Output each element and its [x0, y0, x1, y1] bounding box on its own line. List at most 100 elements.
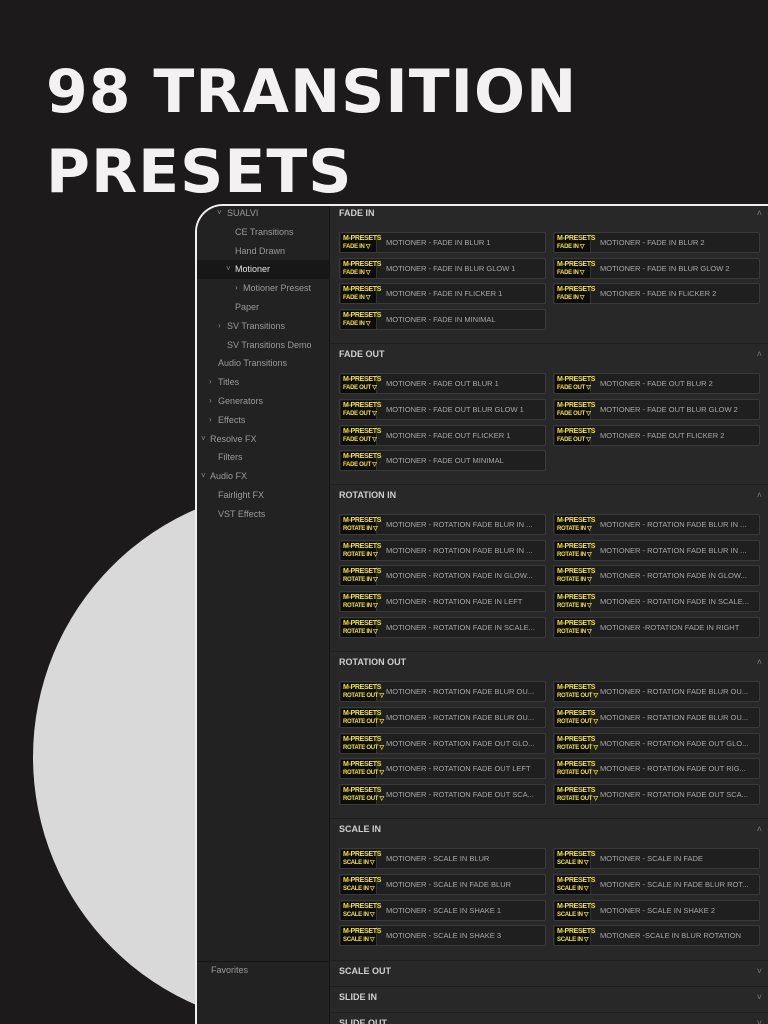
transition-preset-item[interactable]: M-PRESETS ROTATE OUT ▽ MOTIONER - ROTATION… [553, 733, 760, 754]
chevron-right-icon[interactable]: › [209, 373, 212, 392]
sidebar-item-effects[interactable]: › Effects [197, 411, 329, 430]
sidebar-item-fairlight-fx[interactable]: Fairlight FX [197, 486, 329, 505]
sidebar-item-audio-transitions[interactable]: Audio Transitions [197, 354, 329, 373]
transition-preset-item[interactable]: M-PRESETS ROTATE OUT ▽ MOTIONER - ROTATION… [339, 707, 546, 728]
transition-preset-item[interactable]: M-PRESETS ROTATE OUT ▽ MOTIONER - ROTATION… [339, 733, 546, 754]
preset-name: MOTIONER - FADE OUT BLUR GLOW 1 [386, 405, 524, 414]
transition-preset-item[interactable]: M-PRESETS FADE OUT ▽ MOTIONER - FADE OUT F… [553, 425, 760, 446]
transition-preset-item[interactable]: M-PRESETS SCALE IN ▽ MOTIONER - SCALE IN F… [553, 874, 760, 895]
transition-preset-item[interactable]: M-PRESETS SCALE IN ▽ MOTIONER - SCALE IN B… [339, 848, 546, 869]
preset-thumbnail: M-PRESETS SCALE IN ▽ [555, 927, 595, 945]
preset-thumbnail: M-PRESETS ROTATE IN ▽ [555, 542, 595, 560]
chevron-up-icon[interactable]: ˄ [757, 824, 762, 834]
transition-preset-item[interactable]: M-PRESETS FADE OUT ▽ MOTIONER - FADE OUT B… [339, 373, 546, 394]
transition-preset-item[interactable]: M-PRESETS SCALE IN ▽ MOTIONER - SCALE IN S… [553, 900, 760, 921]
thumbnail-brand: M-PRESETS [557, 877, 596, 884]
transition-preset-item[interactable]: M-PRESETS FADE IN ▽ MOTIONER - FADE IN FLI… [553, 283, 760, 304]
sidebar-item-hand-drawn[interactable]: Hand Drawn [197, 242, 329, 261]
preset-name: MOTIONER - SCALE IN FADE BLUR [386, 880, 512, 889]
transition-preset-item[interactable]: M-PRESETS FADE OUT ▽ MOTIONER - FADE OUT B… [553, 373, 760, 394]
section-title: ROTATION OUT [339, 657, 407, 667]
transition-preset-item[interactable]: M-PRESETS ROTATE IN ▽ MOTIONER - ROTATION … [553, 514, 760, 535]
section-header[interactable]: SCALE OUT ˅ [339, 966, 762, 980]
transition-preset-item[interactable]: M-PRESETS FADE IN ▽ MOTIONER - FADE IN BLU… [553, 232, 760, 253]
section-header[interactable]: ROTATION OUT ˄ [339, 657, 762, 671]
thumbnail-brand: M-PRESETS [343, 543, 382, 550]
transition-preset-item[interactable]: M-PRESETS ROTATE IN ▽ MOTIONER - ROTATION … [553, 540, 760, 561]
transition-preset-item[interactable]: M-PRESETS FADE IN ▽ MOTIONER - FADE IN MIN… [339, 309, 546, 330]
transition-preset-item[interactable]: M-PRESETS ROTATE OUT ▽ MOTIONER - ROTATION… [339, 681, 546, 702]
sidebar-item-generators[interactable]: › Generators [197, 392, 329, 411]
sidebar-item-sualvi[interactable]: ˅ SUALVI [197, 206, 329, 223]
transition-preset-item[interactable]: M-PRESETS SCALE IN ▽ MOTIONER - SCALE IN F… [339, 874, 546, 895]
transition-preset-item[interactable]: M-PRESETS ROTATE OUT ▽ MOTIONER - ROTATION… [553, 681, 760, 702]
section-header[interactable]: ROTATION IN ˄ [339, 490, 762, 504]
transition-preset-item[interactable]: M-PRESETS ROTATE OUT ▽ MOTIONER - ROTATION… [339, 758, 546, 779]
thumbnail-brand: M-PRESETS [343, 903, 382, 910]
transition-preset-item[interactable]: M-PRESETS ROTATE OUT ▽ MOTIONER - ROTATION… [339, 784, 546, 805]
preset-thumbnail: M-PRESETS ROTATE IN ▽ [341, 516, 381, 534]
transition-preset-item[interactable]: M-PRESETS FADE IN ▽ MOTIONER - FADE IN BLU… [339, 258, 546, 279]
chevron-down-icon[interactable]: ˅ [757, 1018, 762, 1024]
chevron-down-icon[interactable]: ˅ [757, 992, 762, 1002]
preset-thumbnail: M-PRESETS ROTATE OUT ▽ [341, 735, 384, 753]
section-header[interactable]: SCALE IN ˄ [339, 824, 762, 838]
chevron-down-icon[interactable]: ˅ [226, 260, 231, 279]
preset-name: MOTIONER -SCALE IN BLUR ROTATION [600, 931, 741, 940]
transition-preset-item[interactable]: M-PRESETS ROTATE OUT ▽ MOTIONER - ROTATION… [553, 758, 760, 779]
chevron-right-icon[interactable]: › [209, 392, 212, 411]
transition-preset-item[interactable]: M-PRESETS ROTATE IN ▽ MOTIONER - ROTATION … [339, 514, 546, 535]
transition-preset-item[interactable]: M-PRESETS FADE OUT ▽ MOTIONER - FADE OUT B… [339, 399, 546, 420]
transition-preset-item[interactable]: M-PRESETS ROTATE OUT ▽ MOTIONER - ROTATION… [553, 784, 760, 805]
sidebar-item-resolve-fx[interactable]: ˅ Resolve FX [197, 430, 329, 449]
section-header[interactable]: FADE IN ˄ [339, 208, 762, 222]
sidebar-item-sv-transitions[interactable]: › SV Transitions [197, 317, 329, 336]
section-header[interactable]: FADE OUT ˄ [339, 349, 762, 363]
chevron-up-icon[interactable]: ˄ [757, 657, 762, 667]
transition-preset-item[interactable]: M-PRESETS ROTATE OUT ▽ MOTIONER - ROTATION… [553, 707, 760, 728]
transition-preset-item[interactable]: M-PRESETS FADE OUT ▽ MOTIONER - FADE OUT B… [553, 399, 760, 420]
preset-name: MOTIONER - ROTATION FADE OUT RIG... [600, 764, 746, 773]
transition-preset-item[interactable]: M-PRESETS ROTATE IN ▽ MOTIONER - ROTATION … [553, 565, 760, 586]
transition-preset-item[interactable]: M-PRESETS SCALE IN ▽ MOTIONER - SCALE IN S… [339, 925, 546, 946]
thumbnail-brand: M-PRESETS [557, 235, 596, 242]
chevron-right-icon[interactable]: › [218, 317, 221, 336]
sidebar-item-motioner-presest[interactable]: › Motioner Presest [197, 279, 329, 298]
sidebar-item-favorites[interactable]: Favorites [211, 965, 248, 975]
chevron-right-icon[interactable]: › [209, 411, 212, 430]
transition-preset-item[interactable]: M-PRESETS FADE IN ▽ MOTIONER - FADE IN BLU… [553, 258, 760, 279]
sidebar-item-motioner[interactable]: ˅ Motioner [197, 260, 329, 280]
chevron-up-icon[interactable]: ˄ [757, 349, 762, 359]
chevron-down-icon[interactable]: ˅ [217, 206, 222, 223]
transition-preset-item[interactable]: M-PRESETS ROTATE IN ▽ MOTIONER - ROTATION … [339, 617, 546, 638]
chevron-right-icon[interactable]: › [235, 279, 238, 298]
chevron-up-icon[interactable]: ˄ [757, 490, 762, 500]
sidebar-item-paper[interactable]: Paper [197, 298, 329, 317]
section-header[interactable]: SLIDE IN ˅ [339, 992, 762, 1006]
transition-preset-item[interactable]: M-PRESETS ROTATE IN ▽ MOTIONER - ROTATION … [553, 591, 760, 612]
transition-preset-item[interactable]: M-PRESETS ROTATE IN ▽ MOTIONER - ROTATION … [339, 591, 546, 612]
transition-preset-item[interactable]: M-PRESETS SCALE IN ▽ MOTIONER -SCALE IN BL… [553, 925, 760, 946]
sidebar-item-label: Audio FX [210, 471, 248, 482]
chevron-up-icon[interactable]: ˄ [757, 208, 762, 218]
sidebar-item-audio-fx[interactable]: ˅ Audio FX [197, 467, 329, 486]
transition-preset-item[interactable]: M-PRESETS ROTATE IN ▽ MOTIONER -ROTATION F… [553, 617, 760, 638]
transition-preset-item[interactable]: M-PRESETS SCALE IN ▽ MOTIONER - SCALE IN F… [553, 848, 760, 869]
section-header[interactable]: SLIDE OUT ˅ [339, 1018, 762, 1024]
transition-preset-item[interactable]: M-PRESETS FADE IN ▽ MOTIONER - FADE IN FLI… [339, 283, 546, 304]
chevron-down-icon[interactable]: ˅ [757, 966, 762, 976]
transition-preset-item[interactable]: M-PRESETS SCALE IN ▽ MOTIONER - SCALE IN S… [339, 900, 546, 921]
transition-preset-item[interactable]: M-PRESETS FADE OUT ▽ MOTIONER - FADE OUT M… [339, 450, 546, 471]
chevron-down-icon[interactable]: ˅ [201, 430, 206, 449]
sidebar-item-ce-transitions[interactable]: CE Transitions [197, 223, 329, 242]
transition-preset-item[interactable]: M-PRESETS FADE IN ▽ MOTIONER - FADE IN BLU… [339, 232, 546, 253]
sidebar-item-filters[interactable]: Filters [197, 448, 329, 467]
sidebar-item-vst-effects[interactable]: VST Effects [197, 505, 329, 524]
thumbnail-type: ROTATE OUT ▽ [557, 693, 598, 699]
transition-preset-item[interactable]: M-PRESETS FADE OUT ▽ MOTIONER - FADE OUT F… [339, 425, 546, 446]
transition-preset-item[interactable]: M-PRESETS ROTATE IN ▽ MOTIONER - ROTATION … [339, 565, 546, 586]
chevron-down-icon[interactable]: ˅ [201, 467, 206, 486]
sidebar-item-sv-transitions-demo[interactable]: SV Transitions Demo [197, 336, 329, 355]
sidebar-item-titles[interactable]: › Titles [197, 373, 329, 392]
transition-preset-item[interactable]: M-PRESETS ROTATE IN ▽ MOTIONER - ROTATION … [339, 540, 546, 561]
